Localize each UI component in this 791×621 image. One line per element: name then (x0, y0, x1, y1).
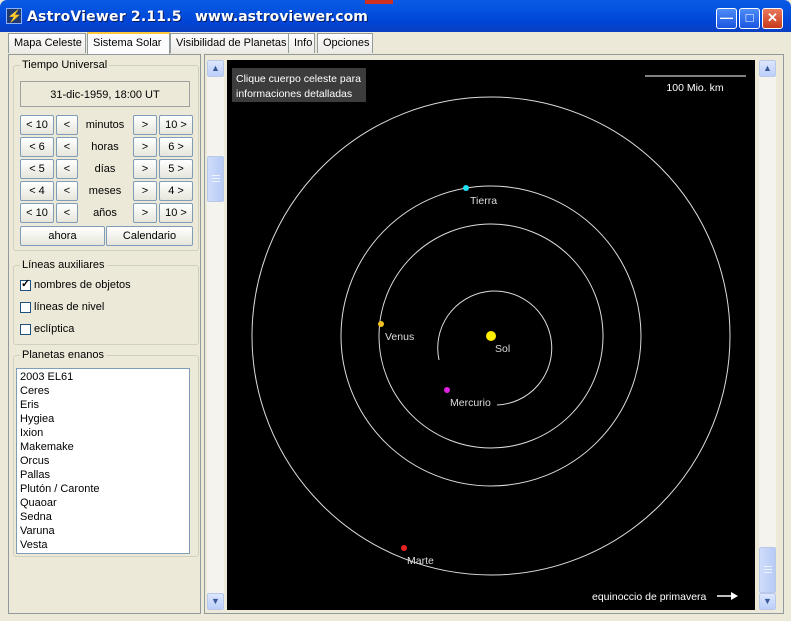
list-item[interactable]: Orcus (17, 454, 189, 468)
hours-back-6-button[interactable]: < 6 (20, 137, 54, 157)
scroll-down-icon[interactable]: ▼ (759, 593, 776, 610)
names-checkbox[interactable]: ✓ (20, 277, 31, 291)
list-item[interactable]: 2003 EL61 (17, 370, 189, 384)
years-back-10-button[interactable]: < 10 (20, 203, 54, 223)
left-scrollbar[interactable]: ▲ ▼ (207, 60, 224, 610)
list-item[interactable]: Eris (17, 398, 189, 412)
tab-sistema-solar[interactable]: Sistema Solar (87, 32, 170, 54)
dwarf-planets-list[interactable]: 2003 EL61 Ceres Eris Hygiea Ixion Makema… (16, 368, 190, 554)
solar-system-view[interactable]: Clique cuerpo celeste para informaciones… (227, 60, 755, 610)
list-item[interactable]: Varuna (17, 524, 189, 538)
mars-label: Marte (407, 555, 434, 567)
tab-opciones[interactable]: Opciones (317, 33, 373, 53)
scroll-up-icon[interactable]: ▲ (759, 60, 776, 77)
aux-lines-group: Líneas auxiliares ✓ nombres de objetos lí… (13, 259, 199, 345)
days-forward-5-button[interactable]: 5 > (159, 159, 193, 179)
title-notch (365, 0, 393, 4)
hours-forward-button[interactable]: > (133, 137, 157, 157)
hours-back-button[interactable]: < (56, 137, 78, 157)
years-label: años (93, 207, 117, 219)
level-lines-option[interactable]: líneas de nivel (20, 301, 104, 317)
ecliptic-option[interactable]: eclíptica (20, 323, 74, 339)
list-item[interactable]: Ceres (17, 384, 189, 398)
sun-label: Sol (495, 343, 510, 355)
scroll-down-icon[interactable]: ▼ (207, 593, 224, 610)
tab-info[interactable]: Info (288, 33, 315, 53)
mars[interactable] (401, 545, 407, 551)
venus[interactable] (378, 321, 384, 327)
now-button[interactable]: ahora (20, 226, 105, 246)
time-group-legend: Tiempo Universal (20, 59, 110, 71)
ecliptic-checkbox[interactable] (20, 323, 31, 335)
list-item[interactable]: Ixion (17, 426, 189, 440)
hours-label: horas (91, 141, 119, 153)
names-option[interactable]: ✓ nombres de objetos (20, 277, 131, 295)
minutes-back-10-button[interactable]: < 10 (20, 115, 54, 135)
aux-lines-legend: Líneas auxiliares (20, 259, 107, 271)
days-back-button[interactable]: < (56, 159, 78, 179)
tab-visibilidad-de-planetas[interactable]: Visibilidad de Planetas (170, 33, 294, 53)
tab-mapa-celeste[interactable]: Mapa Celeste (8, 33, 86, 53)
months-label: meses (88, 185, 122, 197)
months-forward-4-button[interactable]: 4 > (159, 181, 193, 201)
level-lines-label: líneas de nivel (34, 301, 105, 313)
mercury[interactable] (444, 387, 450, 393)
names-label: nombres de objetos (34, 279, 131, 291)
days-label: días (94, 163, 116, 175)
list-item[interactable]: Vesta (17, 538, 189, 552)
ecliptic-label: eclíptica (34, 323, 75, 335)
right-scrollbar[interactable]: ▲ ▼ (759, 60, 776, 610)
earth[interactable] (463, 185, 469, 191)
earth-label: Tierra (470, 195, 497, 207)
minutes-back-button[interactable]: < (56, 115, 78, 135)
scroll-up-icon[interactable]: ▲ (207, 60, 224, 77)
list-item[interactable]: Hygiea (17, 412, 189, 426)
window-title: AstroViewer 2.11.5 (27, 9, 182, 25)
close-button[interactable]: ✕ (762, 8, 783, 29)
level-lines-checkbox[interactable] (20, 301, 31, 313)
dwarf-planets-group: Planetas enanos 2003 EL61 Ceres Eris Hyg… (13, 349, 199, 557)
months-back-4-button[interactable]: < 4 (20, 181, 54, 201)
right-scroll-thumb[interactable] (759, 547, 776, 593)
days-back-5-button[interactable]: < 5 (20, 159, 54, 179)
months-forward-button[interactable]: > (133, 181, 157, 201)
venus-label: Venus (385, 331, 414, 343)
minutes-label: minutos (85, 119, 125, 131)
sun[interactable] (486, 331, 496, 341)
app-icon: ⚡ (6, 8, 22, 24)
left-panel: Tiempo Universal 31-dic-1959, 18:00 UT <… (8, 54, 201, 614)
window-url: www.astroviewer.com (195, 9, 368, 25)
checkmark-icon: ✓ (21, 277, 31, 290)
mercury-label: Mercurio (450, 397, 491, 409)
minutes-forward-10-button[interactable]: 10 > (159, 115, 193, 135)
hint-line-2: informaciones detalladas (236, 88, 352, 100)
hint-line-1: Clique cuerpo celeste para (236, 73, 361, 85)
list-item[interactable]: Makemake (17, 440, 189, 454)
calendar-button[interactable]: Calendario (106, 226, 193, 246)
solar-system-panel: ▲ ▼ Clique cuerpo celeste para informaci… (204, 54, 784, 614)
hours-forward-6-button[interactable]: 6 > (159, 137, 193, 157)
time-group: Tiempo Universal 31-dic-1959, 18:00 UT <… (13, 59, 199, 251)
scale-label: 100 Mio. km (666, 82, 723, 94)
left-scroll-thumb[interactable] (207, 156, 224, 202)
years-back-button[interactable]: < (56, 203, 78, 223)
list-item[interactable]: Plutón / Caronte (17, 482, 189, 496)
equinox-label: equinoccio de primavera (592, 591, 707, 603)
datetime-display: 31-dic-1959, 18:00 UT (20, 81, 190, 107)
days-forward-button[interactable]: > (133, 159, 157, 179)
dwarf-planets-legend: Planetas enanos (20, 349, 106, 361)
minimize-button[interactable]: — (716, 8, 737, 29)
years-forward-button[interactable]: > (133, 203, 157, 223)
list-item[interactable]: Quaoar (17, 496, 189, 510)
months-back-button[interactable]: < (56, 181, 78, 201)
maximize-button[interactable]: □ (739, 8, 760, 29)
list-item[interactable]: Sedna (17, 510, 189, 524)
years-forward-10-button[interactable]: 10 > (159, 203, 193, 223)
list-item[interactable]: Pallas (17, 468, 189, 482)
minutes-forward-button[interactable]: > (133, 115, 157, 135)
title-bar[interactable]: ⚡ AstroViewer 2.11.5 www.astroviewer.com… (0, 0, 791, 32)
